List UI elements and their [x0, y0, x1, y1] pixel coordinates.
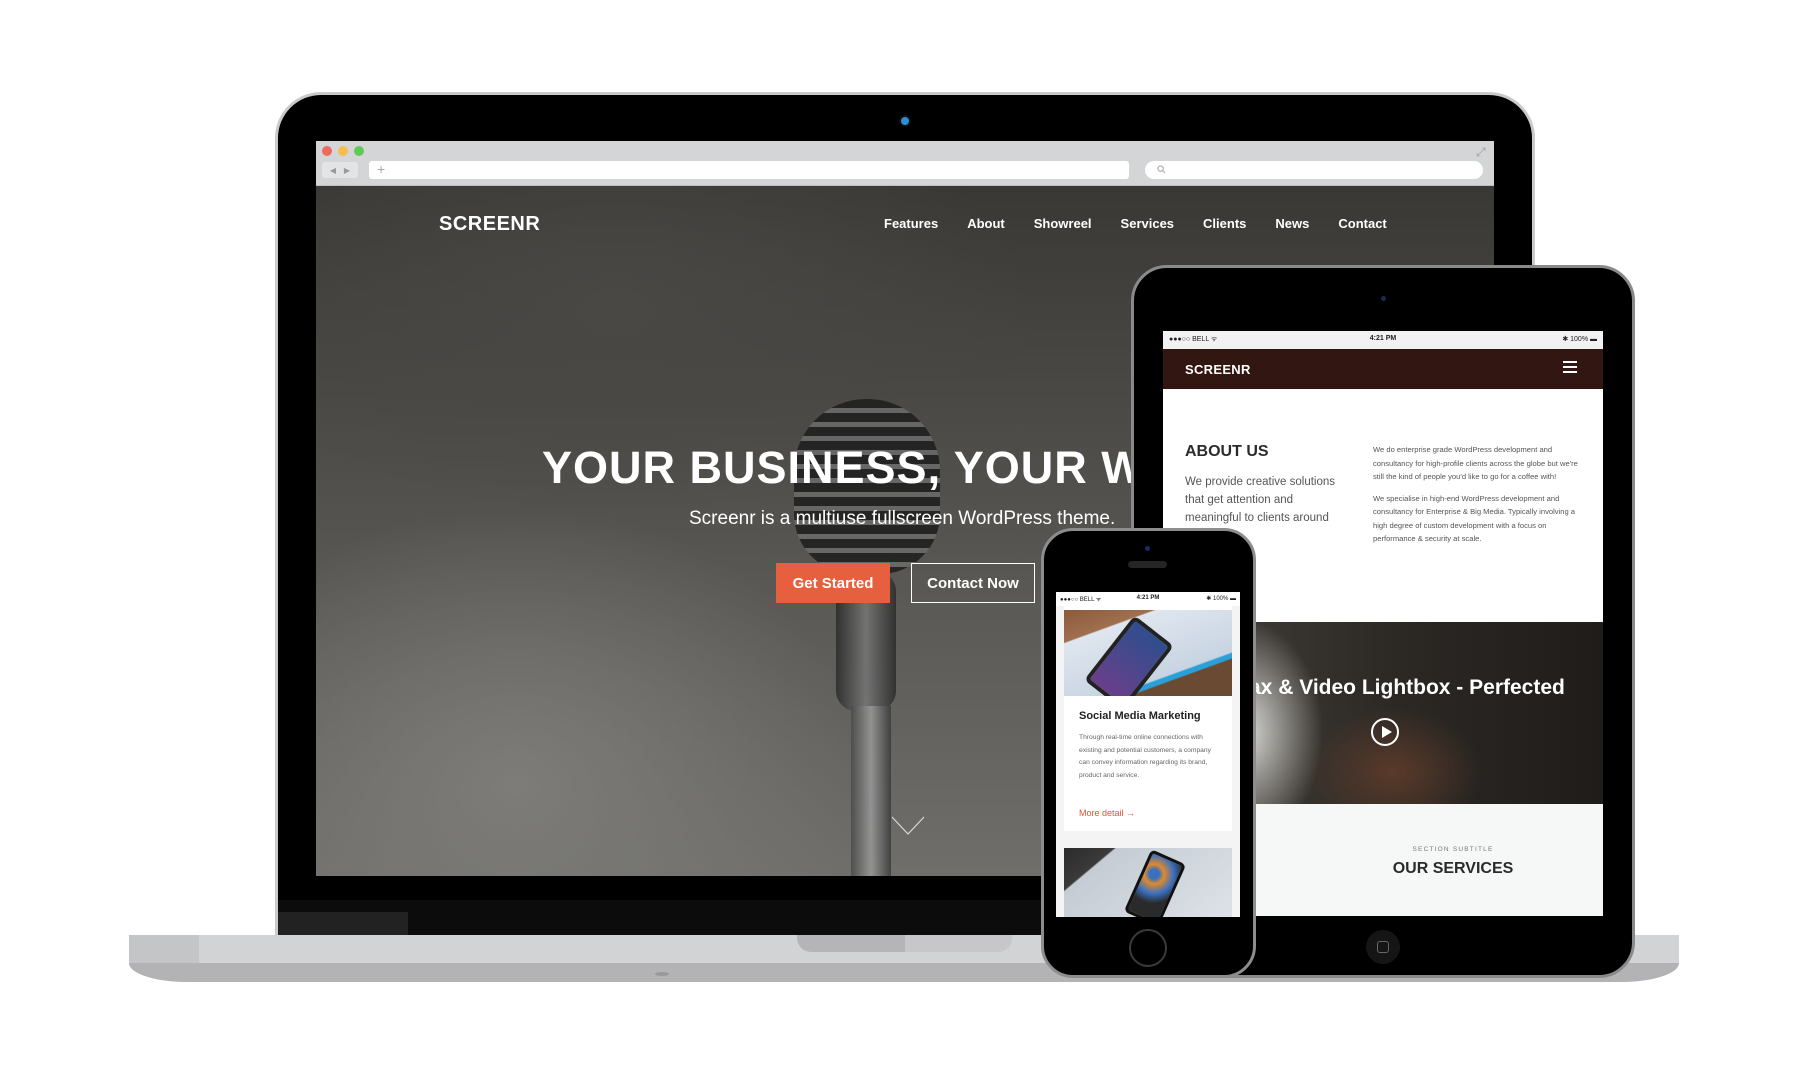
- tablet-status-bar: ●●●○○ BELL ᯤ 4:21 PM ✱ 100% ▬: [1163, 331, 1603, 349]
- nav-item-showreel[interactable]: Showreel: [1034, 216, 1092, 231]
- about-us-body: We do enterprise grade WordPress develop…: [1373, 443, 1583, 554]
- service-card-title: Social Media Marketing: [1079, 710, 1201, 722]
- status-time: 4:21 PM: [1369, 335, 1397, 342]
- phone-website: ●●●○○ BELL ᯤ 4:21 PM ✱ 100% ▬ Social Med…: [1056, 592, 1240, 917]
- nav-item-services[interactable]: Services: [1121, 216, 1175, 231]
- microphone-stand-image: [851, 706, 891, 876]
- search-icon: [1157, 165, 1166, 174]
- about-us-lead: We provide creative solutions that get a…: [1185, 476, 1335, 524]
- laptop-base-edge: [129, 935, 199, 965]
- service-card-text: Through real-time online connections wit…: [1079, 734, 1211, 779]
- contact-now-button[interactable]: Contact Now: [911, 563, 1035, 603]
- video-section-title: ax & Video Lightbox - Perfected: [1249, 676, 1565, 699]
- hero-subtitle: Screenr is a multiuse fullscreen WordPre…: [689, 508, 1116, 529]
- about-us-title: ABOUT US: [1185, 443, 1269, 460]
- tablet-site-logo[interactable]: SCREENR: [1185, 362, 1251, 377]
- site-logo[interactable]: SCREENR: [439, 213, 540, 236]
- battery-status: ✱ 100% ▬: [1206, 596, 1236, 602]
- more-detail-link[interactable]: More detail →: [1079, 808, 1135, 818]
- phone-speaker: [1128, 561, 1167, 568]
- smartphone-image: [1084, 615, 1174, 696]
- address-bar[interactable]: +: [369, 161, 1129, 179]
- phone-home-button[interactable]: [1129, 929, 1167, 967]
- site-nav: Features About Showreel Services Clients…: [884, 216, 1387, 231]
- hamburger-menu-icon[interactable]: [1563, 361, 1577, 373]
- tablet-site-header: SCREENR: [1163, 349, 1603, 389]
- app-usage-image: [1064, 848, 1232, 917]
- fullscreen-expand-icon[interactable]: ⤢: [1476, 145, 1486, 160]
- social-media-image: [1064, 610, 1232, 696]
- browser-search-input[interactable]: [1145, 161, 1483, 179]
- new-tab-plus-icon[interactable]: +: [377, 161, 385, 177]
- phone-status-bar: ●●●○○ BELL ᯤ 4:21 PM ✱ 100% ▬: [1056, 592, 1240, 606]
- play-icon[interactable]: [1371, 718, 1399, 746]
- tablet-camera: [1381, 296, 1386, 301]
- laptop-hinge-shadow: [278, 912, 408, 935]
- laptop-foot: [655, 972, 669, 976]
- get-started-button[interactable]: Get Started: [776, 563, 890, 603]
- battery-status: ✱ 100% ▬: [1562, 336, 1597, 343]
- about-paragraph: We specialise in high-end WordPress deve…: [1373, 493, 1576, 544]
- close-window-button[interactable]: [322, 146, 332, 156]
- back-arrow-icon[interactable]: ◀: [330, 166, 336, 175]
- about-paragraph: We do enterprise grade WordPress develop…: [1373, 445, 1578, 481]
- nav-item-contact[interactable]: Contact: [1338, 216, 1386, 231]
- minimize-window-button[interactable]: [338, 146, 348, 156]
- maximize-window-button[interactable]: [354, 146, 364, 156]
- home-square-icon: [1377, 941, 1389, 953]
- scroll-down-chevron-icon[interactable]: [891, 816, 925, 836]
- forward-arrow-icon[interactable]: ▶: [344, 166, 350, 175]
- smartphone-apps-image: [1123, 849, 1187, 917]
- nav-item-about[interactable]: About: [967, 216, 1005, 231]
- hero-title: YOUR BUSINESS, YOUR WE: [542, 442, 1176, 493]
- nav-item-news[interactable]: News: [1275, 216, 1309, 231]
- laptop-camera: [901, 117, 909, 125]
- nav-item-clients[interactable]: Clients: [1203, 216, 1246, 231]
- laptop-lid-notch-highlight: [905, 935, 1012, 952]
- history-nav: ◀ ▶: [322, 162, 358, 178]
- phone-camera: [1145, 546, 1150, 551]
- nav-item-features[interactable]: Features: [884, 216, 938, 231]
